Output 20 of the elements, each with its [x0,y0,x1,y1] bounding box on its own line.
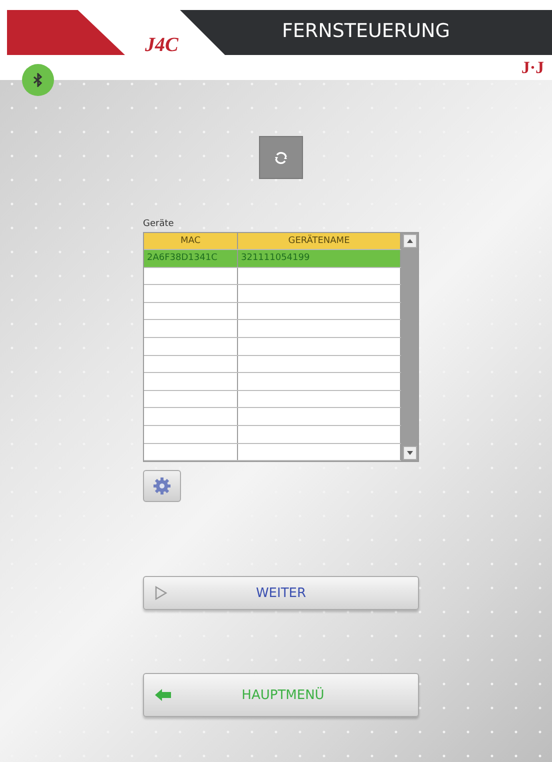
refresh-icon [273,150,289,166]
column-header: MAC [144,233,238,249]
settings-button[interactable] [143,470,181,502]
scroll-down-icon[interactable] [402,446,416,460]
table-row[interactable]: 2A6F38D1341C 321111054199 [144,250,401,268]
bluetooth-icon [33,73,43,87]
settings-icon [152,476,172,496]
back-arrow-icon [154,688,172,702]
next-button[interactable]: WEITER [143,576,419,610]
table-label: Geräte [143,219,175,229]
table-cell: 2A6F38D1341C [144,250,238,267]
play-icon [154,585,168,602]
screen-title: FERNSTEUERUNG [282,20,450,42]
brand-logo: J·J [521,58,544,78]
scroll-up-icon[interactable] [402,234,416,248]
logo: J4C [145,34,178,57]
scrollbar[interactable] [401,233,418,462]
main-menu-button[interactable]: HAUPTMENÜ [143,673,419,718]
bluetooth-button[interactable] [22,64,54,96]
refresh-button[interactable] [259,136,303,179]
